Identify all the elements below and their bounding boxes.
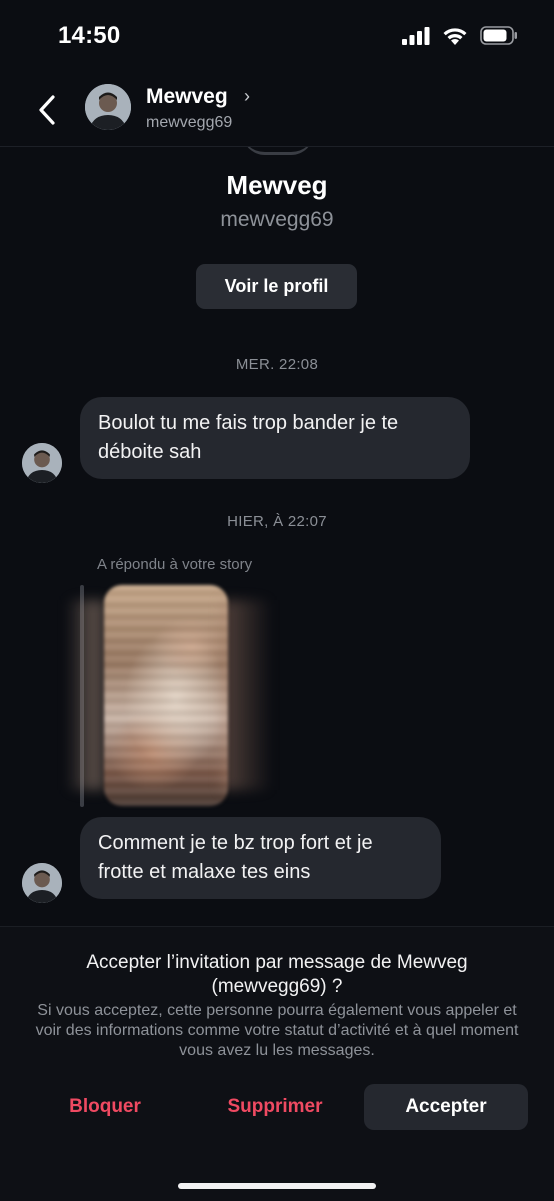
message-bubble[interactable]: Boulot tu me fais trop bander je te débo… [80, 397, 470, 479]
message-request-panel: Accepter l’invitation par message de Mew… [0, 926, 554, 1201]
message-timestamp: MER. 22:08 [235, 356, 319, 373]
profile-name: Mewveg [226, 170, 328, 200]
chat-header: Mewveg › mewvegg69 [0, 74, 554, 147]
header-avatar[interactable] [85, 84, 131, 130]
view-profile-button[interactable]: Voir le profil [196, 264, 357, 309]
invite-title: Accepter l’invitation par message de Mew… [86, 952, 468, 997]
status-time: 14:50 [58, 22, 121, 49]
message-avatar[interactable] [22, 443, 62, 483]
header-name[interactable]: Mewveg [146, 85, 228, 109]
signal-icon [402, 26, 430, 45]
story-thumbnail[interactable] [104, 585, 228, 806]
battery-icon [480, 26, 517, 45]
avatar-icon [22, 443, 62, 483]
accept-button[interactable]: Accepter [364, 1084, 528, 1130]
back-icon [39, 95, 55, 125]
header-username: mewvegg69 [146, 114, 233, 131]
home-indicator [178, 1183, 376, 1189]
story-blur-right [222, 600, 272, 790]
delete-button[interactable]: Supprimer [206, 1084, 344, 1130]
message-avatar[interactable] [22, 863, 62, 903]
chevron-right-icon[interactable]: › [244, 86, 250, 107]
profile-username: mewvegg69 [220, 208, 334, 231]
block-button[interactable]: Bloquer [36, 1084, 174, 1130]
wifi-icon [443, 28, 467, 45]
status-bar: 14:50 [0, 0, 554, 74]
back-button[interactable] [30, 90, 64, 130]
status-icons [402, 26, 518, 45]
avatar-icon [85, 84, 131, 130]
invite-description: Si vous acceptez, cette personne pourra … [35, 1002, 519, 1059]
message-bubble[interactable]: Comment je te bz trop fort et je frotte … [80, 817, 441, 899]
avatar-icon [22, 863, 62, 903]
story-reply-label: A répondu à votre story [97, 556, 253, 573]
message-timestamp: HIER, À 22:07 [227, 513, 327, 530]
